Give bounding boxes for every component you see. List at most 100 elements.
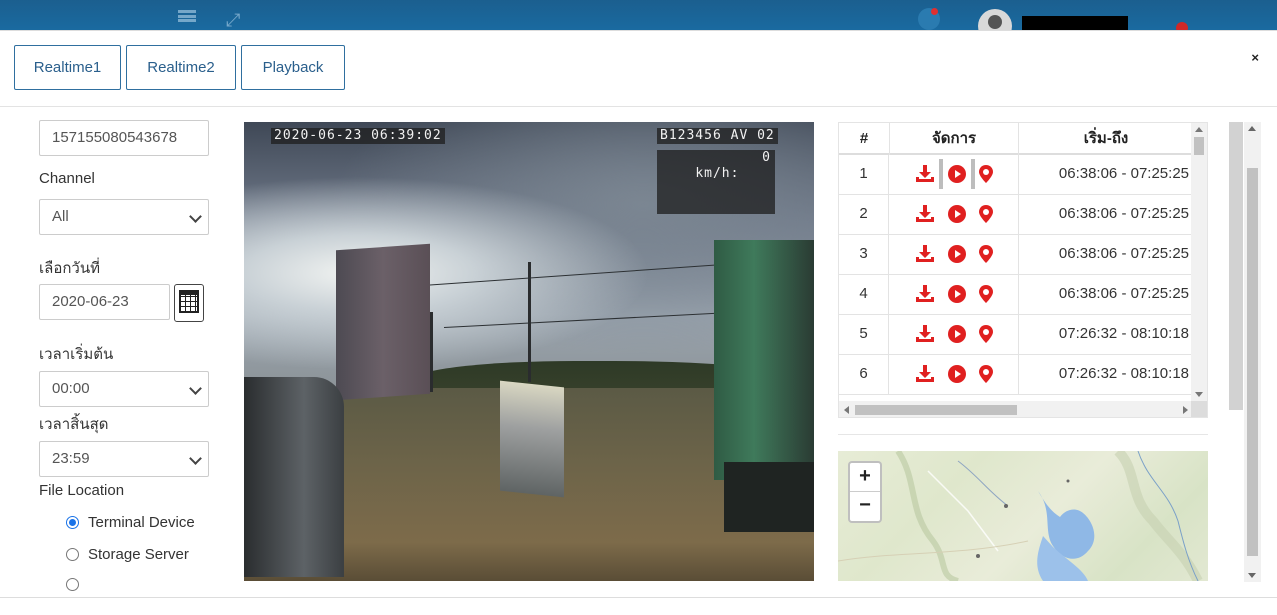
download-icon[interactable]: [915, 165, 935, 183]
table-row: 3 06:38:06 - 07:25:25: [839, 235, 1193, 275]
col-header-time-range: เริ่ม-ถึง: [1083, 130, 1129, 147]
row-time-range: 07:26:32 - 08:10:18: [1058, 325, 1189, 342]
start-time-value: 00:00: [52, 380, 90, 397]
row-number: 6: [839, 355, 889, 395]
zoom-out-button[interactable]: −: [850, 492, 880, 521]
location-map[interactable]: + −: [838, 451, 1208, 581]
row-time-range: 07:26:32 - 08:10:18: [1058, 365, 1189, 382]
chevron-down-icon: [189, 210, 202, 223]
scroll-left-icon[interactable]: [844, 406, 849, 414]
row-time-range: 06:38:06 - 07:25:25: [1058, 165, 1189, 182]
video-plate-info: B123456 AV 02: [657, 128, 778, 144]
map-pin-icon[interactable]: [979, 205, 993, 223]
channel-label: Channel: [39, 170, 95, 187]
table-header: # จัดการ เริ่ม-ถึง: [839, 123, 1193, 155]
video-player[interactable]: 2020-06-23 06:39:02 B123456 AV 02 km/h: …: [244, 122, 814, 581]
download-icon[interactable]: [915, 325, 935, 343]
row-actions: [889, 275, 1019, 315]
calendar-icon: [179, 290, 199, 313]
play-icon[interactable]: [948, 245, 966, 263]
zoom-in-button[interactable]: +: [850, 463, 880, 492]
map-zoom-control: + −: [848, 461, 882, 523]
play-icon[interactable]: [948, 205, 966, 223]
table-row: 5 07:26:32 - 08:10:18: [839, 315, 1193, 355]
play-icon[interactable]: [948, 165, 966, 183]
row-number: 3: [839, 235, 889, 275]
panel-scrollbar-thumb[interactable]: [1229, 122, 1243, 410]
calendar-button[interactable]: [174, 284, 204, 322]
table-row: 4 06:38:06 - 07:25:25: [839, 275, 1193, 315]
modal-header: Realtime1 Realtime2 Playback ×: [0, 31, 1277, 107]
map-pin-icon[interactable]: [979, 165, 993, 183]
menu-icon[interactable]: [178, 10, 196, 22]
map-pin-icon[interactable]: [979, 325, 993, 343]
end-time-value: 23:59: [52, 450, 90, 467]
tab-realtime1[interactable]: Realtime1: [14, 45, 121, 90]
map-pin-icon[interactable]: [979, 245, 993, 263]
table-row: 6 07:26:32 - 08:10:18: [839, 355, 1193, 395]
download-icon[interactable]: [915, 365, 935, 383]
download-icon[interactable]: [915, 205, 935, 223]
modal-vertical-scrollbar[interactable]: [1244, 122, 1261, 582]
scroll-up-icon[interactable]: [1248, 126, 1256, 131]
divider: [838, 434, 1208, 435]
map-pin-icon[interactable]: [979, 285, 993, 303]
user-name-redacted: [1022, 16, 1128, 30]
app-navbar: ⤢: [0, 0, 1277, 43]
notification-icon[interactable]: [918, 8, 940, 30]
row-actions: [889, 195, 1019, 235]
radio-checked-icon[interactable]: [66, 516, 79, 529]
row-actions: [889, 235, 1019, 275]
playback-form: 157155080543678 Channel All เลือกวันที่ …: [0, 107, 220, 610]
map-pin-icon[interactable]: [979, 365, 993, 383]
download-icon[interactable]: [915, 285, 935, 303]
table-row: 2 06:38:06 - 07:25:25: [839, 195, 1193, 235]
col-header-actions: จัดการ: [889, 123, 1019, 155]
start-time-label: เวลาเริ่มต้น: [39, 346, 114, 363]
date-field[interactable]: 2020-06-23: [39, 284, 170, 320]
play-icon[interactable]: [948, 285, 966, 303]
video-speed-readout: km/h: 0: [657, 150, 775, 214]
radio-unchecked-icon[interactable]: [66, 548, 79, 561]
close-button[interactable]: ×: [1251, 51, 1259, 65]
channel-select[interactable]: All: [39, 199, 209, 235]
chevron-down-icon: [189, 452, 202, 465]
row-number: 5: [839, 315, 889, 355]
tab-realtime2[interactable]: Realtime2: [126, 45, 236, 90]
row-time-range: 06:38:06 - 07:25:25: [1058, 285, 1189, 302]
fullscreen-icon[interactable]: ⤢: [226, 11, 240, 29]
end-time-select[interactable]: 23:59: [39, 441, 209, 477]
scroll-down-icon[interactable]: [1195, 392, 1203, 397]
scroll-right-icon[interactable]: [1183, 406, 1188, 414]
row-number: 4: [839, 275, 889, 315]
modal-footer-divider: [0, 597, 1277, 598]
row-time-range: 06:38:06 - 07:25:25: [1058, 245, 1189, 262]
col-header-number: #: [859, 130, 869, 147]
end-time-label: เวลาสิ้นสุด: [39, 416, 109, 433]
map-terrain: [838, 451, 1203, 581]
tab-playback[interactable]: Playback: [241, 45, 345, 90]
scroll-down-icon[interactable]: [1248, 573, 1256, 578]
table-vertical-scrollbar[interactable]: [1191, 123, 1207, 401]
video-timestamp: 2020-06-23 06:39:02: [271, 128, 445, 144]
speed-label: km/h:: [695, 166, 740, 181]
download-icon[interactable]: [915, 245, 935, 263]
play-icon[interactable]: [948, 325, 966, 343]
playback-file-table: # จัดการ เริ่ม-ถึง 1 06:38:06 - 07:25:25 2…: [838, 122, 1208, 418]
play-icon[interactable]: [948, 365, 966, 383]
table-row: 1 06:38:06 - 07:25:25: [839, 155, 1193, 195]
channel-select-value: All: [52, 208, 69, 225]
speed-value: 0: [762, 150, 771, 165]
row-number: 2: [839, 195, 889, 235]
chevron-down-icon: [189, 382, 202, 395]
start-time-select[interactable]: 00:00: [39, 371, 209, 407]
date-label: เลือกวันที่: [39, 260, 100, 277]
file-location-label: File Location: [39, 482, 125, 499]
row-time-range: 06:38:06 - 07:25:25: [1058, 205, 1189, 222]
device-id-field[interactable]: 157155080543678: [39, 120, 209, 156]
row-actions: [889, 155, 1019, 195]
table-horizontal-scrollbar[interactable]: [839, 401, 1193, 417]
row-number: 1: [839, 155, 889, 195]
scroll-up-icon[interactable]: [1195, 127, 1203, 132]
radio-unchecked-icon[interactable]: [66, 578, 79, 591]
